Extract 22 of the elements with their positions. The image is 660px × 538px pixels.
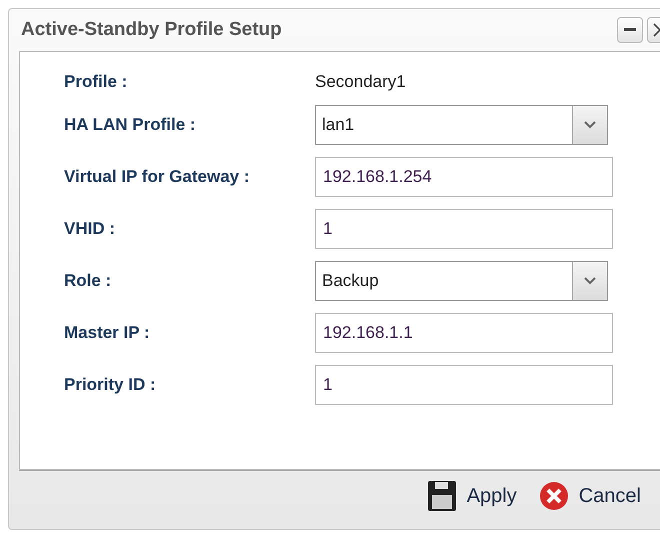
input-field[interactable]: 192.168.1.1 xyxy=(315,313,613,353)
minimize-button[interactable] xyxy=(617,17,643,43)
field-label: Virtual IP for Gateway : xyxy=(64,167,250,187)
input-field[interactable]: 1 xyxy=(315,209,613,249)
dropdown[interactable]: lan1 xyxy=(315,105,608,145)
field-label: Priority ID : xyxy=(64,375,157,395)
minimize-icon xyxy=(624,28,636,32)
field-label: Profile : xyxy=(64,72,128,92)
field-label: VHID : xyxy=(64,219,116,239)
cancel-button[interactable]: Cancel xyxy=(538,481,641,511)
field-label: Role : xyxy=(64,271,112,291)
chevron-icon xyxy=(584,121,596,129)
profile-value: Secondary1 xyxy=(315,72,406,92)
field-label: Master IP : xyxy=(64,323,151,343)
window-title: Active-Standby Profile Setup xyxy=(21,19,283,41)
dropdown[interactable]: Backup xyxy=(315,261,608,301)
cancel-icon xyxy=(538,481,569,511)
field-label: HA LAN Profile : xyxy=(64,115,197,135)
input-field[interactable]: 192.168.1.254 xyxy=(315,157,613,197)
apply-button[interactable]: Apply xyxy=(426,480,517,512)
chevron-icon xyxy=(584,277,596,285)
input-field[interactable]: 1 xyxy=(315,365,613,405)
